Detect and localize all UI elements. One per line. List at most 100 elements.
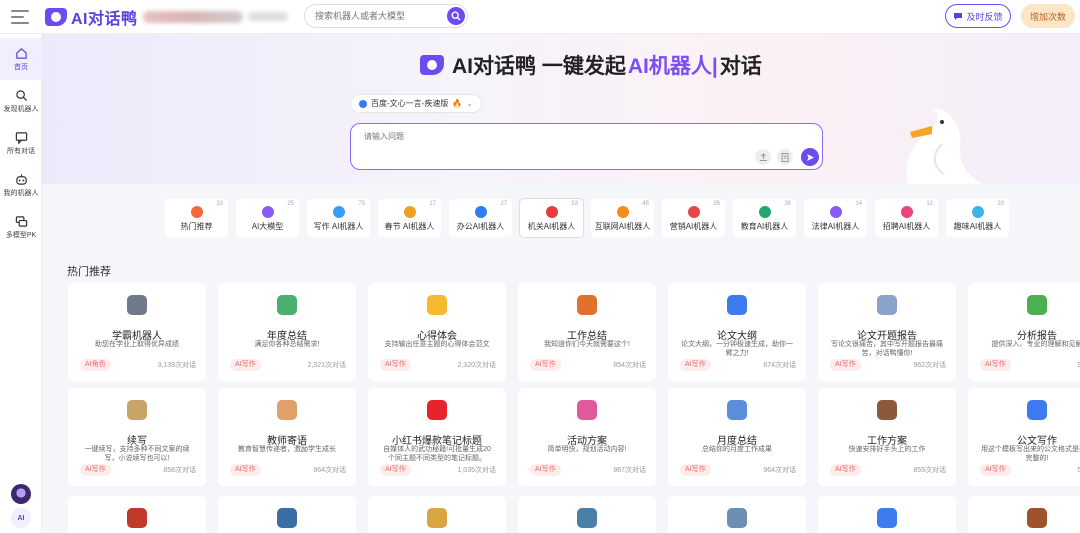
tab-hot[interactable]: 33 热门推荐 xyxy=(165,199,228,237)
robot-card[interactable]: 月度总结 总结你的月度工作成果 AI写作 964次对话 xyxy=(668,388,806,486)
robot-card[interactable]: 分析报告提供深入、专业的理解和见解AI写作973次 xyxy=(968,283,1080,381)
home-icon xyxy=(15,47,27,59)
tab-count: 36 xyxy=(784,201,791,207)
card-description: 写论文很痛苦，其中写开题报告最痛苦，对话鸭懂你! xyxy=(831,341,943,357)
goose-mascot-icon xyxy=(906,108,982,184)
pen-icon xyxy=(332,206,345,218)
robot-card[interactable]: 论文开题报告 写论文很痛苦，其中写开题报告最痛苦，对话鸭懂你! AI写作 962次对话 xyxy=(818,283,956,381)
sidebar-item-my-robots[interactable]: 我的机器人 xyxy=(0,164,42,206)
chat-icon xyxy=(15,131,27,144)
tab-government[interactable]: 53 机关AI机器人 xyxy=(520,199,583,237)
fire-icon xyxy=(190,206,203,218)
robot-card[interactable]: 年度总结 满足你各种总结需求! AI写作 2,321次对话 xyxy=(218,283,356,381)
person-icon xyxy=(900,206,913,218)
tab-label: 招聘AI机器人 xyxy=(882,222,931,231)
robot-card[interactable]: 续写 一键续写，支持多种不同文案的续写，小说续写也可以! AI写作 858次对话 xyxy=(68,388,206,486)
sidebar-item-discover[interactable]: 发现机器人 xyxy=(0,80,42,122)
card-usage-count: 854次对话 xyxy=(613,362,646,369)
robot-card[interactable] xyxy=(668,496,806,533)
tab-education[interactable]: 36 教育AI机器人 xyxy=(733,199,796,237)
robot-card[interactable]: 工作总结 我知道你们今天就需要这个! AI写作 854次对话 xyxy=(518,283,656,381)
robot-card[interactable]: 公文写作用这个模板写出来的公文格式是非常完整的!AI写作589次 xyxy=(968,388,1080,486)
card-description: 支持输出任意主题的心得体会范文 xyxy=(384,341,490,348)
chat-bubble-icon xyxy=(954,12,963,20)
category-tabs: 33 热门推荐 25 AI大模型 75 写作 AI机器人 17 春节 AI机器人 27 办… xyxy=(165,199,1009,237)
robot-card[interactable] xyxy=(368,496,506,533)
tab-label: 机关AI机器人 xyxy=(527,222,576,231)
robot-card[interactable]: 工作方案 快速安排好手头上的工作 AI写作 859次对话 xyxy=(818,388,956,486)
tab-count: 75 xyxy=(358,201,365,207)
tab-label: 趣味AI机器人 xyxy=(953,222,1002,231)
gift-icon xyxy=(577,400,597,420)
hero-title-suffix: 对话 xyxy=(719,55,762,78)
robot-card[interactable] xyxy=(218,496,356,533)
card-tag: AI写作 xyxy=(380,464,411,476)
feedback-button[interactable]: 及时反馈 xyxy=(945,4,1011,28)
card-usage-count: 1,035次对话 xyxy=(457,467,496,474)
tab-fun[interactable]: 20 趣味AI机器人 xyxy=(946,199,1009,237)
lightbulb-icon xyxy=(427,295,447,315)
card-description: 快速安排好手头上的工作 xyxy=(848,446,926,453)
tab-label: 写作 AI机器人 xyxy=(313,222,364,231)
model-icon xyxy=(261,206,274,218)
search-input[interactable] xyxy=(315,11,435,21)
card-usage-count: 964次对话 xyxy=(763,467,796,474)
main-content: AI对话鸭 一键发起 AI机器人| 对话 百度-文心一言-疾速版 🔥 ⌄ 请输入… xyxy=(42,34,1080,533)
document-icon xyxy=(727,295,747,315)
ai-avatar[interactable]: AI xyxy=(11,508,31,528)
tab-marketing[interactable]: 35 营销AI机器人 xyxy=(662,199,725,237)
robot-card[interactable] xyxy=(968,496,1080,533)
upload-button[interactable] xyxy=(755,149,771,165)
add-quota-button[interactable]: 增加次数 xyxy=(1021,4,1075,28)
send-button[interactable] xyxy=(801,148,819,166)
title-page-icon xyxy=(877,295,897,315)
document-button[interactable] xyxy=(777,149,793,165)
card-description: 满足你各种总结需求! xyxy=(254,341,320,348)
gavel-icon xyxy=(829,206,842,218)
robot-card[interactable] xyxy=(68,496,206,533)
robot-card-icon xyxy=(427,508,447,528)
robot-card[interactable]: 小红书爆款笔记标题 自媒体人的武功秘籍!可批量生成20个同主题不同类型的笔记标题。… xyxy=(368,388,506,486)
robot-card[interactable]: 活动方案 简单明快，规划活动内容! AI写作 967次对话 xyxy=(518,388,656,486)
ai-avatar-label: AI xyxy=(17,514,25,522)
robot-card[interactable]: 教师寄语 教育智慧传递者，激励学生成长 AI写作 864次对话 xyxy=(218,388,356,486)
card-usage-count: 2,320次对话 xyxy=(457,362,496,369)
robot-card[interactable] xyxy=(818,496,956,533)
sidebar-item-home[interactable]: 首页 xyxy=(0,38,42,80)
sidebar-item-label: 发现机器人 xyxy=(3,105,39,113)
document-icon xyxy=(781,152,789,162)
robot-card[interactable]: 论文大纲 论文大纲，一分钟极速生成，助你一臂之力! AI写作 674次对话 xyxy=(668,283,806,381)
blurred-user-info xyxy=(143,11,243,23)
tab-count: 33 xyxy=(216,201,223,207)
ask-box xyxy=(350,123,823,170)
tab-recruitment[interactable]: 12 招聘AI机器人 xyxy=(875,199,938,237)
tab-internet[interactable]: 45 互联网AI机器人 xyxy=(591,199,654,237)
tab-label: 营销AI机器人 xyxy=(669,222,718,231)
model-select[interactable]: 百度-文心一言-疾速版 🔥 ⌄ xyxy=(350,94,482,113)
robot-card-row-partial xyxy=(68,496,1080,533)
tab-law[interactable]: 14 法律AI机器人 xyxy=(804,199,867,237)
robot-card[interactable]: 心得体会 支持输出任意主题的心得体会范文 AI写作 2,320次对话 xyxy=(368,283,506,381)
tab-writing[interactable]: 75 写作 AI机器人 xyxy=(307,199,370,237)
user-avatar[interactable] xyxy=(11,484,31,504)
robot-card[interactable] xyxy=(518,496,656,533)
search-icon xyxy=(15,89,27,101)
robot-card[interactable]: 学霸机器人 助您在学业上取得优异成绩 AI角色 3,139次对话 xyxy=(68,283,206,381)
robot-card-icon xyxy=(577,508,597,528)
menu-icon[interactable] xyxy=(11,9,29,24)
sidebar-item-all-chats[interactable]: 所有对话 xyxy=(0,122,42,164)
card-usage-count: 962次对话 xyxy=(913,362,946,369)
search-button[interactable] xyxy=(447,7,465,25)
tab-spring-festival[interactable]: 17 春节 AI机器人 xyxy=(378,199,441,237)
card-usage-count: 859次对话 xyxy=(913,467,946,474)
lantern-icon xyxy=(403,206,416,218)
robot-icon xyxy=(15,173,27,185)
tab-office[interactable]: 27 办公AI机器人 xyxy=(449,199,512,237)
question-input[interactable] xyxy=(364,131,744,151)
logo[interactable]: AI对话鸭 xyxy=(45,5,138,29)
section-title: 热门推荐 xyxy=(67,266,111,278)
tab-ai-models[interactable]: 25 AI大模型 xyxy=(236,199,299,237)
sidebar-item-model-pk[interactable]: 多模型PK xyxy=(0,206,42,248)
brand-name: AI对话鸭 xyxy=(71,10,138,28)
briefcase-icon xyxy=(474,206,487,218)
